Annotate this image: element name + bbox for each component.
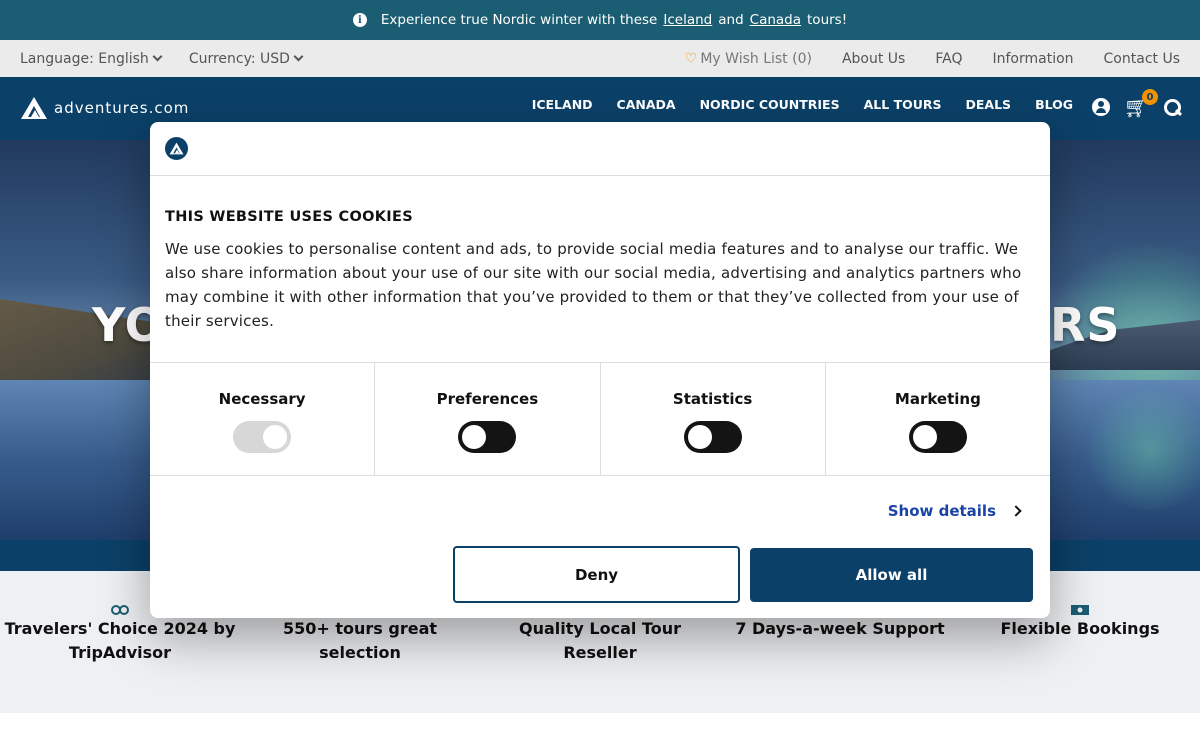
logo-icon	[21, 97, 47, 119]
necessary-label: Necessary	[218, 390, 306, 408]
chevron-right-icon	[1010, 505, 1022, 517]
feature-label: 550+ tours great selection	[282, 619, 438, 662]
feature-label: Travelers' Choice 2024 by TripAdvisor	[4, 619, 236, 662]
wishlist-label: My Wish List (0)	[700, 50, 812, 67]
about-us-link[interactable]: About Us	[842, 51, 905, 67]
feature-label: Quality Local Tour Reseller	[519, 619, 681, 662]
cookie-category-preferences: Preferences	[375, 363, 601, 475]
cookie-dialog-body: We use cookies to personalise content an…	[165, 240, 1022, 330]
contact-us-link[interactable]: Contact Us	[1104, 51, 1180, 67]
necessary-toggle	[233, 421, 292, 453]
cart-button[interactable]: 🛒︎ 0	[1124, 89, 1158, 119]
preferences-label: Preferences	[436, 390, 539, 408]
money-icon	[1071, 605, 1089, 615]
hero-headline-right: RS	[1050, 298, 1121, 352]
announcement-link-canada[interactable]: Canada	[750, 12, 801, 28]
announcement-text-after: tours!	[807, 12, 848, 28]
heart-icon: ♡	[684, 50, 698, 67]
currency-select[interactable]: Currency: USD	[189, 51, 302, 67]
cookie-category-marketing: Marketing	[826, 363, 1050, 475]
show-details-link[interactable]: Show details	[887, 502, 1022, 520]
feature-label: 7 Days-a-week Support	[735, 619, 945, 638]
statistics-toggle[interactable]	[683, 421, 742, 453]
statistics-label: Statistics	[672, 390, 753, 408]
cookie-dialog-logo-icon	[165, 137, 188, 160]
deny-button[interactable]: Deny	[453, 546, 740, 603]
language-select[interactable]: Language: English	[20, 51, 161, 67]
announcement-link-iceland[interactable]: Iceland	[663, 12, 712, 28]
cookie-category-necessary: Necessary	[150, 363, 376, 475]
feature-label: Flexible Bookings	[1000, 619, 1160, 638]
tripadvisor-icon	[111, 605, 129, 615]
site-logo[interactable]: adventures.com	[20, 96, 189, 120]
cookie-consent-dialog: THIS WEBSITE USES COOKIES We use cookies…	[150, 122, 1050, 618]
cart-count-badge: 0	[1142, 89, 1158, 105]
nav-iceland[interactable]: ICELAND	[532, 97, 593, 112]
utility-bar: Language: English Currency: USD ♡ My Wish…	[0, 40, 1200, 77]
nav-deals[interactable]: DEALS	[966, 97, 1012, 112]
nav-nordic-countries[interactable]: NORDIC COUNTRIES	[700, 97, 840, 112]
marketing-toggle[interactable]	[908, 421, 967, 453]
nav-blog[interactable]: BLOG	[1035, 97, 1073, 112]
wishlist-link[interactable]: ♡ My Wish List (0)	[685, 51, 812, 67]
announcement-text-between: and	[718, 12, 744, 28]
marketing-label: Marketing	[894, 390, 981, 408]
cookie-dialog-header	[150, 122, 1050, 176]
show-details-label: Show details	[887, 502, 996, 520]
preferences-toggle[interactable]	[458, 421, 517, 453]
faq-link[interactable]: FAQ	[935, 51, 962, 67]
cookie-category-statistics: Statistics	[601, 363, 826, 475]
announcement-bar: i Experience true Nordic winter with the…	[0, 0, 1200, 40]
nav-all-tours[interactable]: ALL TOURS	[864, 97, 942, 112]
user-account-icon[interactable]	[1091, 98, 1110, 116]
brand-name: adventures.com	[54, 99, 190, 117]
announcement-text-before: Experience true Nordic winter with these	[380, 12, 658, 28]
information-link[interactable]: Information	[992, 51, 1073, 67]
cookie-dialog-title: THIS WEBSITE USES COOKIES	[165, 209, 413, 225]
allow-all-button[interactable]: Allow all	[750, 548, 1033, 602]
cookie-category-toggles: Necessary Preferences Statistics Marketi…	[150, 362, 1050, 476]
search-icon[interactable]	[1163, 98, 1182, 117]
info-icon: i	[352, 13, 367, 27]
nav-canada[interactable]: CANADA	[617, 97, 676, 112]
